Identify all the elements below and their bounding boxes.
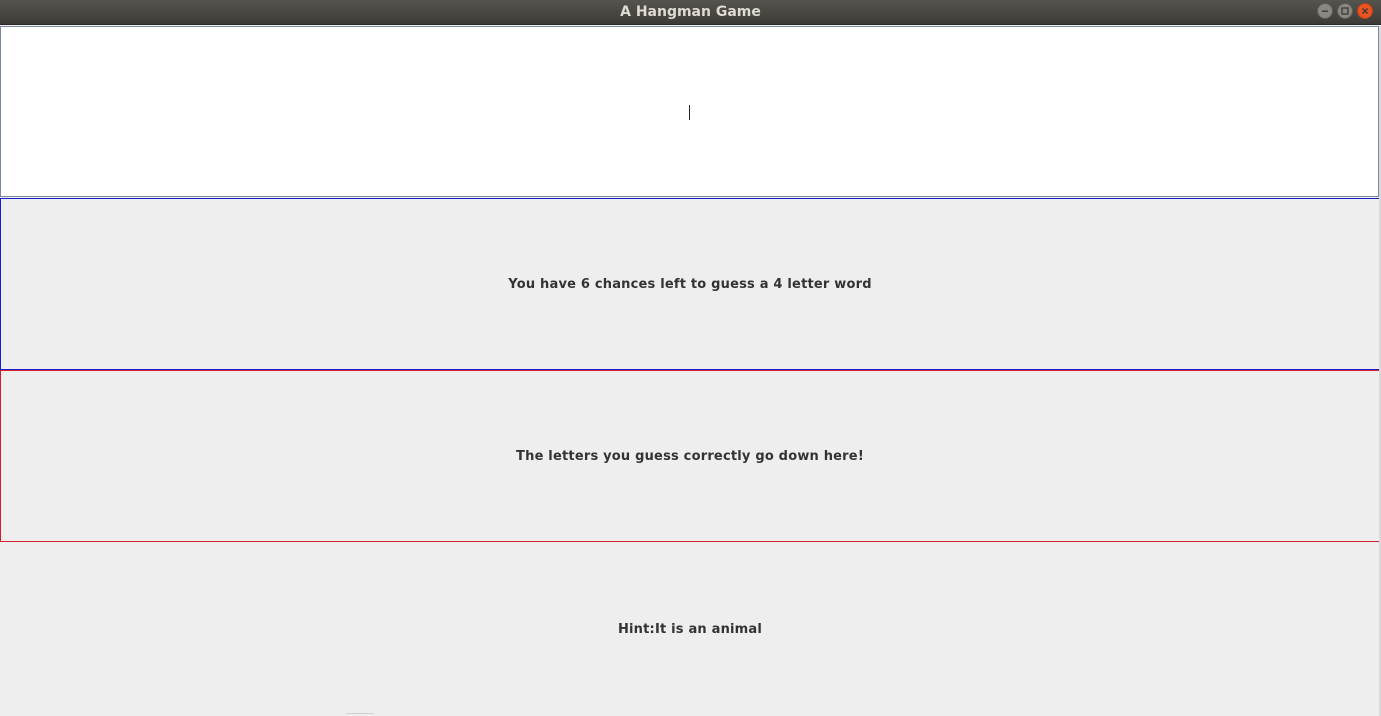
close-icon — [1361, 7, 1369, 15]
window-title: A Hangman Game — [620, 4, 761, 20]
minimize-button[interactable] — [1317, 3, 1333, 19]
guess-input[interactable] — [0, 26, 1379, 197]
text-caret — [689, 105, 690, 120]
chances-panel: You have 6 chances left to guess a 4 let… — [0, 198, 1380, 370]
hangman-window: A Hangman Game You have 6 chances left t… — [0, 0, 1381, 716]
chances-label: You have 6 chances left to guess a 4 let… — [508, 276, 872, 292]
correct-letters-label: The letters you guess correctly go down … — [516, 448, 864, 464]
maximize-icon — [1341, 7, 1349, 15]
hint-panel: Hint:It is an animal — [0, 542, 1380, 716]
correct-letters-panel: The letters you guess correctly go down … — [0, 370, 1380, 542]
title-bar[interactable]: A Hangman Game — [0, 0, 1381, 25]
hint-label: Hint:It is an animal — [617, 621, 763, 637]
resize-grip[interactable] — [346, 713, 374, 714]
minimize-icon — [1321, 7, 1329, 15]
close-button[interactable] — [1357, 3, 1373, 19]
maximize-button[interactable] — [1337, 3, 1353, 19]
